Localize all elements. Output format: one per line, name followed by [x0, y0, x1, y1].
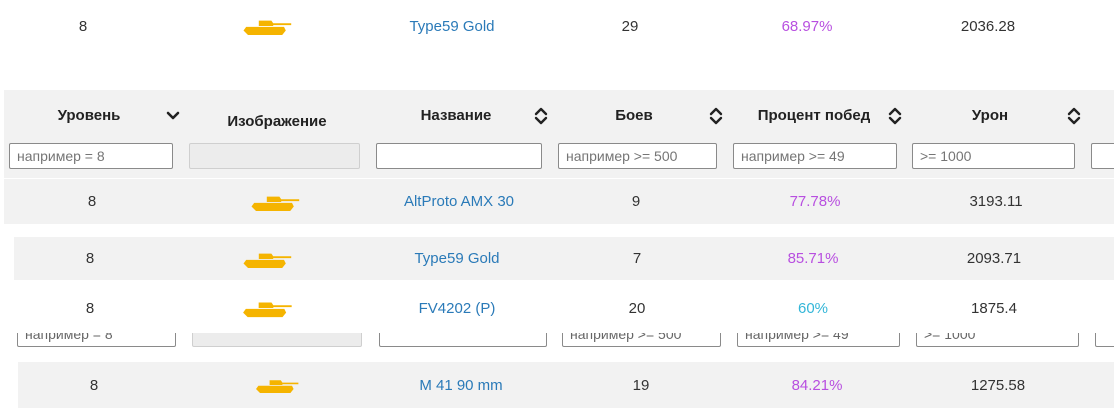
sort-icon[interactable]	[888, 106, 902, 126]
tank-icon	[239, 15, 293, 37]
battles-cell: 7	[632, 250, 642, 267]
table-header: Уровень Изображение Название Боев Процен…	[4, 90, 1114, 178]
damage-cell: 2093.71	[966, 250, 1022, 267]
column-header-damage[interactable]: Урон	[912, 90, 1068, 140]
ghost-filter-input	[916, 333, 1079, 347]
level-cell: 8	[89, 376, 99, 394]
ghost-filter-input	[379, 333, 547, 347]
ghost-filter-input	[17, 333, 176, 347]
ghost-filter-strip	[10, 333, 1114, 353]
ghost-filter-input	[562, 333, 721, 347]
level-cell: 8	[87, 193, 97, 210]
sort-icon[interactable]	[1067, 106, 1081, 126]
column-header-name[interactable]: Название	[376, 90, 536, 140]
tank-name-link[interactable]: Type59 Gold	[360, 4, 544, 48]
column-header-winrate[interactable]: Процент побед	[734, 90, 894, 140]
name-filter-input[interactable]	[376, 143, 542, 169]
level-filter-input[interactable]	[9, 143, 173, 169]
damage-cell: 2036.28	[960, 17, 1016, 35]
level-cell: 8	[85, 250, 95, 267]
tank-image	[206, 362, 346, 408]
tank-image	[196, 286, 336, 330]
tank-image	[196, 237, 336, 280]
tank-image	[204, 179, 344, 224]
battles-cell: 20	[628, 299, 646, 317]
level-cell: 8	[78, 17, 88, 35]
ghost-filter-input	[737, 333, 900, 347]
winrate-cell: 85.71%	[787, 250, 839, 267]
tank-icon	[239, 248, 293, 270]
chevron-down-icon[interactable]	[166, 106, 180, 126]
tank-name-link[interactable]: FV4202 (P)	[372, 286, 542, 330]
damage-cell: 1875.4	[971, 299, 1017, 317]
extra-filter-input[interactable]	[1091, 143, 1114, 169]
winrate-cell: 84.21%	[791, 376, 843, 394]
table-row: 8 Type59 Gold 29 68.97% 2036.28	[0, 4, 1114, 48]
tank-name-link[interactable]: Type59 Gold	[372, 237, 542, 280]
damage-filter-input[interactable]	[912, 143, 1075, 169]
column-header-level[interactable]: Уровень	[4, 90, 174, 140]
column-header-image: Изображение	[227, 112, 327, 130]
table-row: 8 AltProto AMX 30 9 77.78% 3193.11	[4, 179, 1114, 224]
tank-image	[196, 4, 336, 48]
sort-icon[interactable]	[709, 106, 723, 126]
winrate-cell: 60%	[797, 299, 829, 317]
table-row: 8 FV4202 (P) 20 60% 1875.4	[14, 286, 1114, 330]
image-filter-input	[189, 143, 360, 169]
winrate-filter-input[interactable]	[733, 143, 897, 169]
tank-icon	[247, 191, 301, 213]
table-row: 8 Type59 Gold 7 85.71% 2093.71	[14, 237, 1114, 280]
table-row: 8 M 41 90 mm 19 84.21% 1275.58	[18, 362, 1114, 408]
damage-cell: 1275.58	[970, 376, 1026, 394]
ghost-filter-input	[1095, 333, 1114, 347]
battles-filter-input[interactable]	[558, 143, 717, 169]
tank-name-link[interactable]: M 41 90 mm	[376, 362, 546, 408]
tank-name-link[interactable]: AltProto AMX 30	[374, 179, 544, 224]
battles-cell: 19	[632, 376, 650, 394]
damage-cell: 3193.11	[969, 193, 1023, 210]
battles-cell: 9	[631, 193, 641, 210]
tank-icon	[252, 374, 300, 396]
tank-icon	[237, 297, 295, 319]
ghost-filter-input	[192, 333, 362, 347]
winrate-cell: 77.78%	[789, 193, 841, 210]
column-header-battles[interactable]: Боев	[558, 90, 710, 140]
level-cell: 8	[85, 299, 95, 317]
battles-cell: 29	[621, 17, 639, 35]
sort-icon[interactable]	[534, 106, 548, 126]
winrate-cell: 68.97%	[781, 17, 833, 35]
